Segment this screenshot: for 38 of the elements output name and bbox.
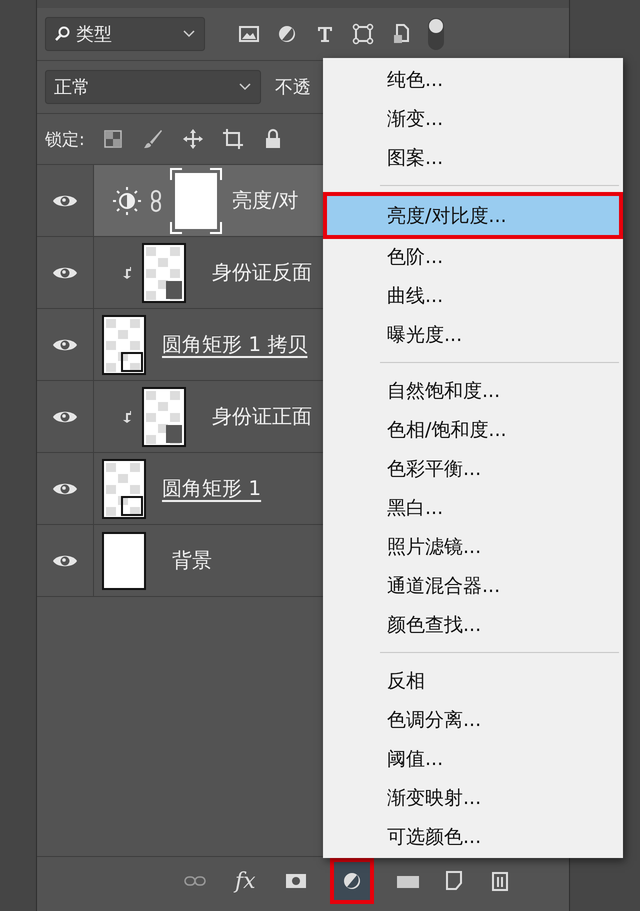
layer-name: 圆角矩形 1 拷贝 <box>162 331 308 358</box>
menu-item[interactable]: 渐变映射... <box>323 778 623 817</box>
lock-label: 锁定: <box>45 128 85 150</box>
search-icon <box>54 26 70 42</box>
layer-thumbnail <box>102 458 146 518</box>
menu-item[interactable]: 亮度/对比度... <box>327 196 619 235</box>
filter-toggle[interactable] <box>427 17 445 51</box>
menu-item[interactable]: 反相 <box>323 661 623 700</box>
opacity-label: 不透 <box>275 76 311 99</box>
adjustment-layer-button[interactable] <box>330 858 374 904</box>
menu-item[interactable]: 色调分离... <box>323 700 623 739</box>
layer-name: 圆角矩形 1 <box>162 475 262 502</box>
layer-thumbnail <box>102 314 146 374</box>
fx-button[interactable]: fx <box>229 866 262 896</box>
menu-item[interactable]: 阈值... <box>323 739 623 778</box>
layer-name: 亮度/对 <box>232 187 299 214</box>
shape-icon[interactable] <box>351 22 375 46</box>
blend-mode-select[interactable]: 正常 <box>45 70 261 104</box>
brightness-icon <box>112 186 142 216</box>
mask-thumbnail <box>170 168 222 234</box>
menu-item[interactable]: 纯色... <box>323 60 623 99</box>
layer-name: 身份证反面 <box>212 259 312 286</box>
clip-arrow-icon <box>122 410 132 424</box>
menu-item[interactable]: 渐变... <box>323 99 623 138</box>
move-icon[interactable] <box>180 127 205 151</box>
layer-thumbnail <box>142 242 186 302</box>
menu-item[interactable]: 可选颜色... <box>323 817 623 856</box>
chevron-icon <box>182 29 196 39</box>
crop-icon[interactable] <box>220 127 245 151</box>
kind-select[interactable]: 类型 <box>45 17 205 51</box>
link-icon <box>150 188 162 212</box>
menu-item[interactable]: 颜色查找... <box>323 605 623 644</box>
clip-arrow-icon <box>122 266 132 280</box>
layer-name: 背景 <box>172 547 212 574</box>
layer-thumbnail <box>142 386 186 446</box>
layer-thumbnail <box>102 532 146 590</box>
chevron-icon <box>238 82 252 92</box>
layer-name: 身份证正面 <box>212 403 312 430</box>
